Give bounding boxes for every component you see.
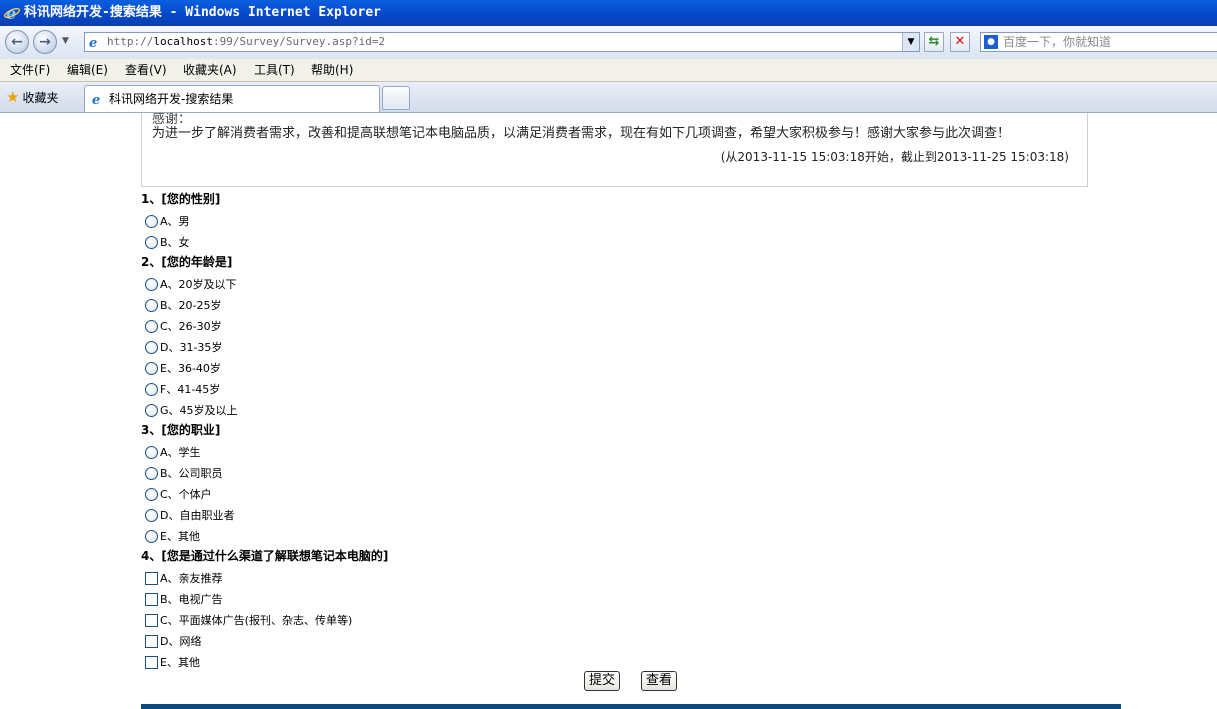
back-button[interactable]: ←: [5, 30, 29, 54]
radio-button[interactable]: [145, 236, 158, 249]
checkbox[interactable]: [145, 614, 158, 627]
favorites-button[interactable]: ★ 收藏夹: [6, 82, 58, 113]
menu-file[interactable]: 文件(F): [10, 59, 50, 81]
option-label[interactable]: D、31-35岁: [160, 339, 222, 356]
menu-bar: 文件(F) 编辑(E) 查看(V) 收藏夹(A) 工具(T) 帮助(H): [0, 59, 1217, 82]
question-title: 1、[您的性别]: [141, 192, 221, 206]
radio-button[interactable]: [145, 488, 158, 501]
radio-button[interactable]: [145, 446, 158, 459]
tab-search-results[interactable]: e 科讯网络开发-搜索结果: [84, 85, 380, 112]
svg-text:e: e: [89, 36, 97, 49]
intro-text: 为进一步了解消费者需求，改善和提高联想笔记本电脑品质，以满足消费者需求，现在有如…: [152, 126, 1011, 141]
forward-button[interactable]: →: [33, 30, 57, 54]
url-host: localhost: [153, 35, 213, 48]
option-label[interactable]: C、26-30岁: [160, 318, 222, 335]
window-title: 科讯网络开发-搜索结果 - Windows Internet Explorer: [24, 5, 381, 20]
menu-view[interactable]: 查看(V): [125, 59, 167, 81]
page-ie-icon: e: [89, 36, 97, 49]
option-label[interactable]: D、网络: [160, 633, 201, 650]
option-label[interactable]: A、学生: [160, 444, 201, 461]
survey-period: (从2013-11-15 15:03:18开始，截止到2013-11-25 15…: [720, 150, 1069, 164]
favorites-label: 收藏夹: [22, 91, 59, 105]
forward-arrow-icon: →: [39, 34, 51, 50]
option-label[interactable]: C、个体户: [160, 486, 212, 503]
menu-help[interactable]: 帮助(H): [311, 59, 353, 81]
tab-ie-icon: e: [92, 93, 100, 106]
tab-label: 科讯网络开发-搜索结果: [109, 92, 234, 106]
submit-button[interactable]: 提交: [584, 671, 621, 691]
radio-button[interactable]: [145, 278, 158, 291]
refresh-button[interactable]: ⇆: [924, 32, 944, 52]
option-label[interactable]: B、电视广告: [160, 591, 223, 608]
question-title: 3、[您的职业]: [141, 423, 221, 437]
address-toolbar: ← → ▼ e http://localhost:99/Survey/Surve…: [0, 26, 1217, 60]
star-icon: ★: [6, 88, 20, 106]
url-path: :99/Survey/Survey.asp?id=2: [212, 35, 386, 48]
option-label[interactable]: C、平面媒体广告(报刊、杂志、传单等): [160, 612, 352, 629]
option-label[interactable]: A、男: [160, 213, 190, 230]
stop-button[interactable]: ✕: [950, 32, 970, 52]
window-titlebar: e 科讯网络开发-搜索结果 - Windows Internet Explore…: [0, 0, 1217, 26]
radio-button[interactable]: [145, 383, 158, 396]
stop-icon: ✕: [954, 34, 966, 49]
menu-favorites[interactable]: 收藏夹(A): [183, 59, 237, 81]
option-label[interactable]: F、41-45岁: [160, 381, 220, 398]
refresh-icon: ⇆: [928, 34, 940, 49]
footer-bar: [141, 704, 1121, 709]
option-label[interactable]: A、亲友推荐: [160, 570, 223, 587]
back-arrow-icon: ←: [11, 34, 23, 50]
checkbox[interactable]: [145, 593, 158, 606]
checkbox[interactable]: [145, 572, 158, 585]
search-placeholder: 百度一下，你就知道: [1003, 35, 1112, 49]
history-dropdown-icon[interactable]: ▼: [62, 36, 69, 46]
search-input[interactable]: ● 百度一下，你就知道: [980, 32, 1217, 52]
baidu-paw-icon: ●: [984, 35, 998, 49]
url-prefix: http://: [107, 35, 154, 48]
radio-button[interactable]: [145, 362, 158, 375]
svg-text:e: e: [6, 5, 16, 21]
radio-button[interactable]: [145, 467, 158, 480]
option-label[interactable]: D、自由职业者: [160, 507, 234, 524]
option-label[interactable]: B、公司职员: [160, 465, 223, 482]
radio-button[interactable]: [145, 530, 158, 543]
address-url[interactable]: http://localhost:99/Survey/Survey.asp?id…: [107, 33, 385, 51]
option-label[interactable]: G、45岁及以上: [160, 402, 238, 419]
question-title: 4、[您是通过什么渠道了解联想笔记本电脑的]: [141, 549, 389, 563]
radio-button[interactable]: [145, 341, 158, 354]
new-tab-button[interactable]: [382, 86, 410, 110]
survey-intro-box: 感谢： 为进一步了解消费者需求，改善和提高联想笔记本电脑品质，以满足消费者需求，…: [141, 113, 1088, 187]
view-results-button[interactable]: 查看: [641, 671, 678, 691]
page-content: 感谢： 为进一步了解消费者需求，改善和提高联想笔记本电脑品质，以满足消费者需求，…: [0, 113, 1217, 709]
address-dropdown-icon[interactable]: ▼: [902, 33, 919, 51]
svg-text:e: e: [92, 93, 100, 106]
radio-button[interactable]: [145, 320, 158, 333]
question-title: 2、[您的年龄是]: [141, 255, 233, 269]
menu-edit[interactable]: 编辑(E): [67, 59, 108, 81]
option-label[interactable]: E、其他: [160, 528, 200, 545]
tab-bar: ★ 收藏夹 e 科讯网络开发-搜索结果: [0, 82, 1217, 113]
checkbox[interactable]: [145, 656, 158, 669]
ie-logo-icon: e: [4, 5, 20, 21]
option-label[interactable]: B、女: [160, 234, 190, 251]
radio-button[interactable]: [145, 215, 158, 228]
radio-button[interactable]: [145, 404, 158, 417]
option-label[interactable]: E、36-40岁: [160, 360, 221, 377]
menu-tools[interactable]: 工具(T): [254, 59, 295, 81]
option-label[interactable]: E、其他: [160, 654, 200, 671]
radio-button[interactable]: [145, 509, 158, 522]
checkbox[interactable]: [145, 635, 158, 648]
address-field[interactable]: e http://localhost:99/Survey/Survey.asp?…: [84, 32, 920, 52]
option-label[interactable]: A、20岁及以下: [160, 276, 237, 293]
option-label[interactable]: B、20-25岁: [160, 297, 222, 314]
radio-button[interactable]: [145, 299, 158, 312]
